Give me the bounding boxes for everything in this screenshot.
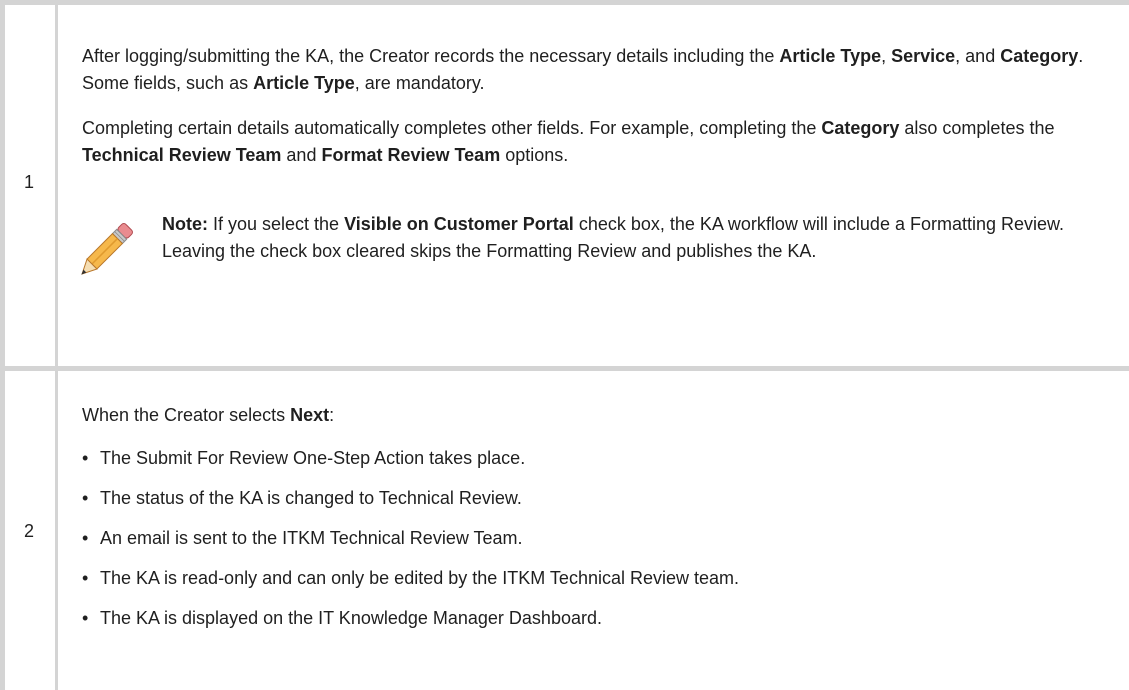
step-description: When the Creator selects Next: The Submi…	[82, 402, 1119, 645]
intro-paragraph: When the Creator selects Next:	[82, 405, 335, 425]
list-item: The Submit For Review One-Step Action ta…	[82, 445, 1119, 472]
step-row-1: 1 After logging/submitting the KA, the C…	[5, 5, 1129, 366]
step-number: 1	[24, 172, 35, 192]
list-item: The KA is displayed on the IT Knowledge …	[82, 605, 1119, 632]
list-item: The status of the KA is changed to Techn…	[82, 485, 1119, 512]
pencil-icon	[72, 219, 136, 285]
list-item: The KA is read-only and can only be edit…	[82, 565, 1119, 592]
note-block: Note: If you select the Visible on Custo…	[81, 211, 1119, 275]
autocomplete-paragraph: Completing certain details automatically…	[82, 118, 1055, 165]
note-text: Note: If you select the Visible on Custo…	[162, 214, 1065, 261]
outcome-list: The Submit For Review One-Step Action ta…	[82, 445, 1119, 632]
step-number: 2	[24, 521, 35, 541]
step-row-2: 2 When the Creator selects Next: The Sub…	[5, 371, 1129, 690]
steps-table: 1 After logging/submitting the KA, the C…	[0, 0, 1129, 690]
list-item: An email is sent to the ITKM Technical R…	[82, 525, 1119, 552]
details-paragraph: After logging/submitting the KA, the Cre…	[82, 46, 1084, 93]
step-description: After logging/submitting the KA, the Cre…	[81, 43, 1119, 275]
document-page: 1 After logging/submitting the KA, the C…	[0, 0, 1129, 690]
